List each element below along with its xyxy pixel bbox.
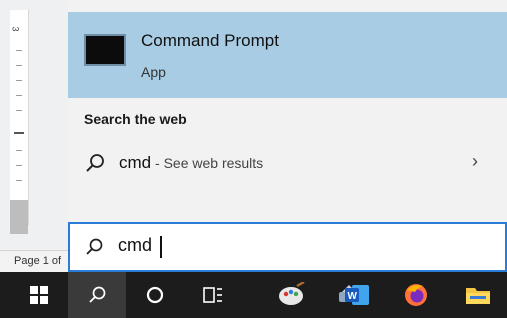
word-icon: W xyxy=(345,285,369,305)
best-match-command-prompt[interactable]: Command Prompt App xyxy=(68,12,507,98)
ruler-tick xyxy=(16,65,22,66)
command-prompt-icon xyxy=(84,34,126,66)
firefox-icon xyxy=(405,284,427,306)
status-bar: Page 1 of xyxy=(0,250,68,273)
search-icon xyxy=(86,154,104,172)
ruler-tick xyxy=(16,165,22,166)
ruler-marker xyxy=(14,132,24,134)
windows-logo-icon xyxy=(30,286,48,304)
search-icon xyxy=(86,238,103,255)
circle-icon xyxy=(146,286,164,304)
web-result-hint: - See web results xyxy=(151,155,264,171)
folder-icon xyxy=(466,288,490,304)
ruler-number: 3 xyxy=(10,26,21,32)
ruler-tick xyxy=(16,110,22,111)
page-count-status[interactable]: Page 1 of xyxy=(14,255,61,267)
best-match-title: Command Prompt xyxy=(141,31,279,50)
vertical-ruler: 3 xyxy=(10,10,29,234)
task-view-icon xyxy=(203,287,222,303)
web-result-text: cmd - See web results xyxy=(119,153,263,173)
web-result-query: cmd xyxy=(119,153,152,172)
search-the-web-heading: Search the web xyxy=(84,111,187,127)
taskbar-search-box[interactable] xyxy=(68,222,507,272)
paint-app[interactable] xyxy=(262,272,320,318)
search-button[interactable] xyxy=(68,272,126,318)
ruler-indent-marker[interactable] xyxy=(10,200,28,234)
task-view-button[interactable] xyxy=(184,272,242,318)
file-explorer-app[interactable] xyxy=(449,272,507,318)
word-app[interactable]: W xyxy=(328,272,386,318)
cortana-button[interactable] xyxy=(126,272,184,318)
best-match-subtitle: App xyxy=(141,64,166,80)
ruler-tick xyxy=(16,80,22,81)
ruler-tick xyxy=(16,50,22,51)
search-results-panel: Command Prompt App Search the web cmd - … xyxy=(68,0,507,222)
web-search-result[interactable]: cmd - See web results › xyxy=(68,140,507,186)
paint-palette-icon xyxy=(279,282,305,305)
svg-text:W: W xyxy=(348,291,358,302)
firefox-app[interactable] xyxy=(387,272,445,318)
text-caret xyxy=(160,236,162,258)
ruler-tick xyxy=(16,95,22,96)
search-icon xyxy=(89,286,106,303)
chevron-right-icon[interactable]: › xyxy=(472,151,478,172)
taskbar: W xyxy=(0,272,507,318)
ruler-tick xyxy=(16,180,22,181)
search-input[interactable] xyxy=(118,235,478,256)
ruler-tick xyxy=(16,150,22,151)
document-background: 3 Page 1 of xyxy=(0,0,68,273)
start-button[interactable] xyxy=(10,272,68,318)
